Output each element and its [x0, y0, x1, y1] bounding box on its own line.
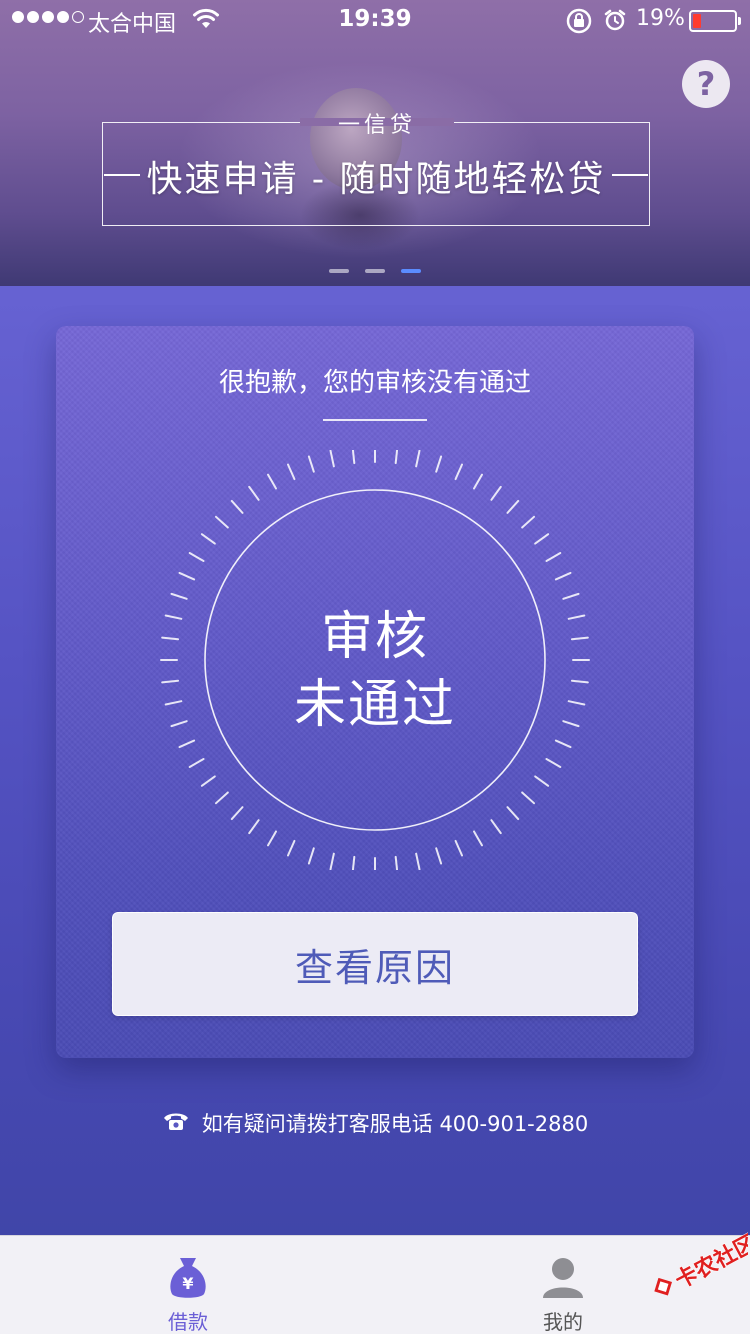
dial-tick: [188, 758, 205, 768]
tab-loan[interactable]: ¥ 借款: [113, 1236, 263, 1334]
dial-tick: [435, 847, 443, 865]
tab-mine[interactable]: 我的: [488, 1236, 638, 1334]
banner-headline: 快速申请 - 随时随地轻松贷: [146, 159, 606, 200]
dial-tick: [214, 515, 229, 529]
tab-mine-label: 我的: [543, 1310, 583, 1334]
app-screen: 一信贷 快速申请 - 随时随地轻松贷 ? 太合中国 19:39 19% 很抱歉，…: [0, 0, 750, 1334]
dial-tick: [534, 775, 550, 787]
dial-tick: [473, 473, 483, 490]
dial-tick: [286, 463, 296, 481]
dial-tick: [351, 855, 356, 870]
dial-tick: [307, 847, 315, 865]
dial-tick: [214, 791, 229, 805]
message-divider: [323, 419, 427, 421]
dial-tick: [415, 852, 421, 870]
dial-tick: [454, 463, 464, 481]
dial-tick: [329, 852, 335, 870]
dial-tick: [230, 499, 244, 514]
dial-tick: [267, 473, 277, 490]
dial-tick: [545, 552, 562, 562]
dial-tick: [473, 830, 483, 847]
promo-banner[interactable]: 一信贷 快速申请 - 随时随地轻松贷 ?: [0, 0, 750, 286]
dial-tick: [178, 739, 196, 749]
review-result-card: 很抱歉，您的审核没有通过 审核 未通过 查看原因: [56, 326, 694, 1058]
rotation-lock-icon: [565, 7, 593, 41]
status-title-line2: 未通过: [293, 675, 456, 735]
dial-tick: [200, 533, 216, 545]
hotline-text: 如有疑问请拨打客服电话 400-901-2880: [201, 1112, 589, 1136]
page-dot-active[interactable]: [401, 269, 421, 273]
battery-level: [693, 14, 701, 28]
review-message: 很抱歉，您的审核没有通过: [218, 368, 531, 398]
money-bag-icon: ¥: [163, 1252, 213, 1302]
alarm-icon: [603, 8, 627, 38]
person-icon: [538, 1252, 588, 1302]
dial-tick: [506, 499, 520, 514]
dial-tick: [248, 485, 260, 501]
tab-loan-label: 借款: [168, 1310, 208, 1334]
dial-tick: [415, 450, 421, 468]
dial-tick: [307, 455, 315, 473]
dial-tick: [267, 830, 277, 847]
dial-tick: [248, 819, 260, 835]
dial-tick: [329, 450, 335, 468]
phone-icon: [162, 1111, 190, 1136]
view-reason-button[interactable]: 查看原因: [112, 912, 638, 1016]
dial-tick: [534, 533, 550, 545]
dial-tick: [394, 855, 399, 870]
svg-text:¥: ¥: [182, 1274, 193, 1293]
banner-brand-label: 一信贷: [337, 113, 416, 138]
battery-icon: [689, 10, 741, 32]
dial-tick: [200, 775, 216, 787]
community-watermark: 卡农社区: [654, 1232, 748, 1296]
dial-tick: [435, 455, 443, 473]
battery-percentage: 19%: [636, 6, 685, 31]
dial-tick: [521, 515, 536, 529]
watermark-text: 卡农社区: [671, 1232, 748, 1294]
dial-tick: [554, 571, 572, 581]
dial-tick: [521, 791, 536, 805]
banner-page-indicator[interactable]: [329, 269, 421, 273]
page-dot[interactable]: [365, 269, 385, 273]
dial-tick: [230, 806, 244, 821]
dial-tick: [351, 450, 356, 465]
dial-tick: [286, 839, 296, 857]
dial-tick: [490, 819, 502, 835]
dial-tick: [506, 806, 520, 821]
help-button[interactable]: ?: [682, 60, 730, 108]
status-bar: 太合中国 19:39 19%: [0, 0, 750, 40]
dial-tick: [394, 450, 399, 465]
dial-tick: [490, 485, 502, 501]
customer-service-hotline[interactable]: 如有疑问请拨打客服电话 400-901-2880: [0, 1106, 750, 1140]
dial-tick: [454, 839, 464, 857]
dial-tick: [178, 571, 196, 581]
status-title-line1: 审核: [320, 607, 429, 667]
page-dot[interactable]: [329, 269, 349, 273]
help-icon: ?: [696, 65, 716, 103]
dial-tick: [545, 758, 562, 768]
dial-tick: [554, 739, 572, 749]
dial-tick: [188, 552, 205, 562]
